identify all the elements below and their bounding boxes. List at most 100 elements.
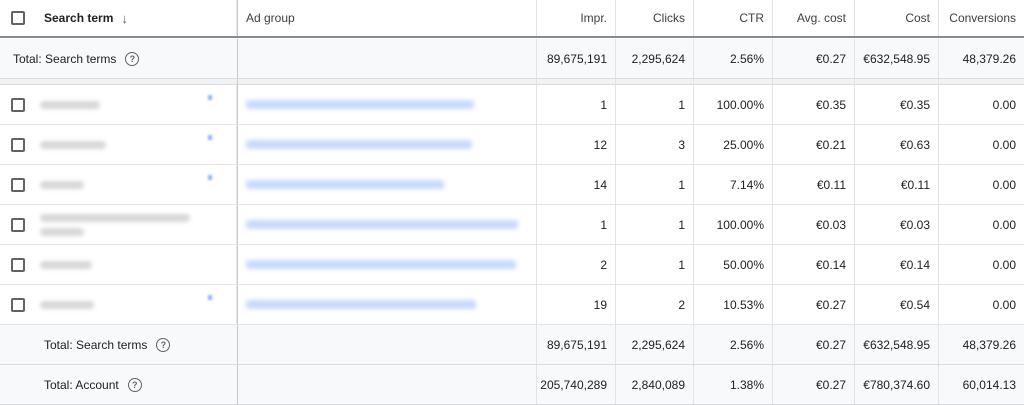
total-row-search-terms: Total: Search terms ? 89,675,191 2,295,6… <box>0 325 1024 365</box>
footer-cost: €632,548.95 <box>855 325 939 364</box>
footer-impr: 89,675,191 <box>537 325 616 364</box>
row-clicks: 2 <box>616 285 694 324</box>
row-conversions: 0.00 <box>992 97 1016 112</box>
row-avg-cost: €0.11 <box>773 165 855 204</box>
total-row-top: Total: Search terms ? 89,675,191 2,295,6… <box>0 39 1024 79</box>
redacted-ad-group-link[interactable] <box>246 300 476 309</box>
footer-ad-group-cell <box>238 325 537 364</box>
added-marker-icon <box>208 175 212 180</box>
total-label: Total: Search terms <box>13 51 117 66</box>
column-header-search-term[interactable]: Search term ↓ <box>36 0 206 36</box>
ad-group-cell[interactable] <box>238 245 537 284</box>
row-checkbox-cell <box>0 245 36 284</box>
search-term-cell[interactable] <box>36 85 206 124</box>
row-conversions: 0.00 <box>992 217 1016 232</box>
help-circle-icon[interactable]: ? <box>125 51 140 66</box>
row-ctr: 100.00% <box>694 205 773 244</box>
column-header-ctr[interactable]: CTR <box>694 0 773 36</box>
redacted-search-term <box>40 180 84 189</box>
redacted-ad-group-link[interactable] <box>246 100 474 109</box>
column-header-clicks[interactable]: Clicks <box>616 0 694 36</box>
total-cost: €632,548.95 <box>855 39 939 78</box>
footer-clicks: 2,840,089 <box>616 365 694 404</box>
column-header-ad-group[interactable]: Ad group <box>238 0 537 36</box>
avg-cost-header-label: Avg. cost <box>796 11 846 25</box>
redacted-search-term <box>40 140 106 149</box>
row-impr: 1 <box>537 205 616 244</box>
table-row[interactable]: 1 1 100.00% €0.03 €0.03 0.00 <box>0 205 1024 245</box>
footer-conversions: 48,379.26 <box>962 337 1016 352</box>
redacted-ad-group-link[interactable] <box>246 260 516 269</box>
help-circle-icon[interactable]: ? <box>127 377 142 392</box>
footer-label-cell: Total: Search terms ? <box>0 325 238 364</box>
ad-group-cell[interactable] <box>238 205 537 244</box>
select-all-checkbox[interactable] <box>11 11 25 25</box>
column-header-avg-cost[interactable]: Avg. cost <box>773 0 855 36</box>
table-row[interactable]: 14 1 7.14% €0.11 €0.11 0.00 <box>0 165 1024 205</box>
row-checkbox[interactable] <box>11 137 25 152</box>
row-avg-cost: €0.21 <box>773 125 855 164</box>
redacted-search-term-line2 <box>40 227 84 236</box>
row-gutter <box>206 205 238 244</box>
total-ctr: 2.56% <box>694 39 773 78</box>
row-ctr: 100.00% <box>694 85 773 124</box>
table-row[interactable]: 12 3 25.00% €0.21 €0.63 0.00 <box>0 125 1024 165</box>
ad-group-cell[interactable] <box>238 285 537 324</box>
search-term-cell[interactable] <box>36 245 206 284</box>
table-row[interactable]: 1 1 100.00% €0.35 €0.35 0.00 <box>0 85 1024 125</box>
row-cost: €0.03 <box>855 205 939 244</box>
row-clicks: 1 <box>616 245 694 284</box>
search-term-cell[interactable] <box>36 285 206 324</box>
search-term-cell[interactable] <box>36 165 206 204</box>
redacted-ad-group-link[interactable] <box>246 180 444 189</box>
footer-label: Total: Account <box>44 377 119 392</box>
ad-group-header-label: Ad group <box>246 11 295 25</box>
row-checkbox[interactable] <box>11 217 25 232</box>
ad-group-cell[interactable] <box>238 165 537 204</box>
ctr-header-label: CTR <box>739 11 764 25</box>
row-checkbox[interactable] <box>11 97 25 112</box>
total-clicks: 2,295,624 <box>616 39 694 78</box>
footer-ad-group-cell <box>238 365 537 404</box>
clicks-header-label: Clicks <box>653 11 685 25</box>
row-cost: €0.14 <box>855 245 939 284</box>
cost-header-label: Cost <box>905 11 930 25</box>
impr-header-label: Impr. <box>580 11 607 25</box>
total-avg-cost: €0.27 <box>773 39 855 78</box>
total-impr: 89,675,191 <box>537 39 616 78</box>
row-checkbox[interactable] <box>11 297 25 312</box>
footer-label: Total: Search terms <box>44 337 148 352</box>
search-term-cell[interactable] <box>36 205 206 244</box>
column-header-conversions[interactable]: Conversions <box>939 0 1024 36</box>
row-gutter <box>206 165 238 204</box>
column-gutter <box>206 0 238 36</box>
redacted-search-term <box>40 300 94 309</box>
row-impr: 2 <box>537 245 616 284</box>
row-checkbox[interactable] <box>11 257 25 272</box>
column-header-cost[interactable]: Cost <box>855 0 939 36</box>
table-row[interactable]: 19 2 10.53% €0.27 €0.54 0.00 <box>0 285 1024 325</box>
row-checkbox[interactable] <box>11 177 25 192</box>
conversions-header-label: Conversions <box>949 11 1016 25</box>
table-header: Search term ↓ Ad group Impr. Clicks CTR … <box>0 0 1024 38</box>
row-clicks: 1 <box>616 165 694 204</box>
row-checkbox-cell <box>0 85 36 124</box>
help-circle-icon[interactable]: ? <box>156 337 171 352</box>
redacted-ad-group-link[interactable] <box>246 140 472 149</box>
row-impr: 19 <box>537 285 616 324</box>
added-marker-icon <box>208 95 212 100</box>
footer-impr: 205,740,289 <box>537 365 616 404</box>
added-marker-icon <box>208 135 212 140</box>
search-term-cell[interactable] <box>36 125 206 164</box>
row-avg-cost: €0.03 <box>773 205 855 244</box>
table-row[interactable]: 2 1 50.00% €0.14 €0.14 0.00 <box>0 245 1024 285</box>
column-header-impr[interactable]: Impr. <box>537 0 616 36</box>
redacted-ad-group-link[interactable] <box>246 220 518 229</box>
total-label-cell: Total: Search terms ? <box>0 39 238 78</box>
ad-group-cell[interactable] <box>238 85 537 124</box>
row-impr: 14 <box>537 165 616 204</box>
ad-group-cell[interactable] <box>238 125 537 164</box>
redacted-search-term <box>40 213 190 222</box>
footer-label-cell: Total: Account ? <box>0 365 238 404</box>
row-ctr: 50.00% <box>694 245 773 284</box>
